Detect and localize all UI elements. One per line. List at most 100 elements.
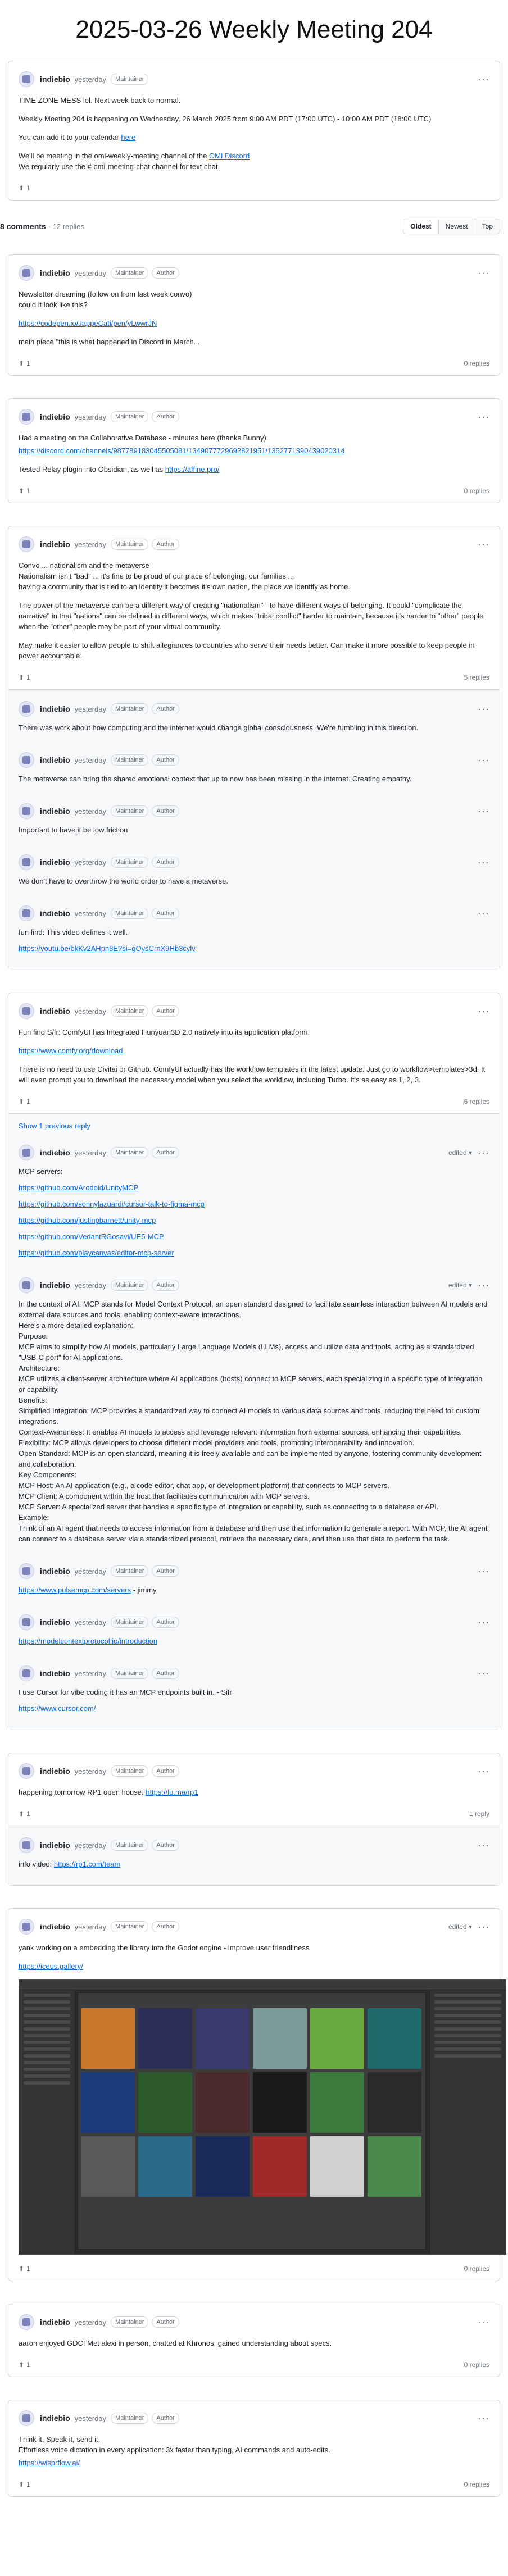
avatar[interactable] bbox=[19, 1277, 34, 1293]
avatar[interactable] bbox=[19, 1837, 34, 1853]
avatar[interactable] bbox=[19, 2314, 34, 2330]
comment-link[interactable]: https://iceus.gallery/ bbox=[19, 1962, 83, 1970]
reaction-button[interactable]: ⬆ 1 bbox=[19, 359, 30, 367]
author-name[interactable]: indiebio bbox=[40, 755, 70, 764]
reaction-button[interactable]: ⬆ 1 bbox=[19, 1810, 30, 1818]
author-name[interactable]: indiebio bbox=[40, 909, 70, 918]
timestamp[interactable]: yesterday bbox=[75, 1567, 106, 1576]
kebab-menu-icon[interactable]: ··· bbox=[478, 1668, 489, 1680]
edited-indicator[interactable]: edited ▾ bbox=[448, 1281, 472, 1289]
show-previous-reply-button[interactable]: Show 1 previous reply bbox=[19, 1116, 489, 1136]
kebab-menu-icon[interactable]: ··· bbox=[478, 1565, 489, 1577]
kebab-menu-icon[interactable]: ··· bbox=[478, 1005, 489, 1017]
kebab-menu-icon[interactable]: ··· bbox=[478, 2316, 489, 2328]
author-name[interactable]: indiebio bbox=[40, 75, 70, 84]
reaction-button[interactable]: ⬆ 1 bbox=[19, 487, 30, 495]
kebab-menu-icon[interactable]: ··· bbox=[478, 74, 489, 85]
avatar[interactable] bbox=[19, 701, 34, 717]
reply-link[interactable]: https://github.com/playcanvas/editor-mcp… bbox=[19, 1249, 174, 1257]
avatar[interactable] bbox=[19, 1145, 34, 1160]
avatar[interactable] bbox=[19, 536, 34, 552]
kebab-menu-icon[interactable]: ··· bbox=[478, 1921, 489, 1933]
avatar[interactable] bbox=[19, 265, 34, 281]
reply-link[interactable]: https://github.com/justinpbarnett/unity-… bbox=[19, 1216, 156, 1225]
reply-link[interactable]: https://www.cursor.com/ bbox=[19, 1704, 96, 1713]
kebab-menu-icon[interactable]: ··· bbox=[478, 1280, 489, 1291]
author-name[interactable]: indiebio bbox=[40, 858, 70, 867]
kebab-menu-icon[interactable]: ··· bbox=[478, 1765, 489, 1777]
sort-top[interactable]: Top bbox=[474, 219, 500, 234]
kebab-menu-icon[interactable]: ··· bbox=[478, 1617, 489, 1628]
sort-newest[interactable]: Newest bbox=[438, 219, 475, 234]
reply-link[interactable]: https://github.com/VedantRGosavi/UE5-MCP bbox=[19, 1232, 164, 1241]
author-name[interactable]: indiebio bbox=[40, 268, 70, 277]
kebab-menu-icon[interactable]: ··· bbox=[478, 539, 489, 550]
author-name[interactable]: indiebio bbox=[40, 807, 70, 816]
timestamp[interactable]: yesterday bbox=[75, 1618, 106, 1627]
embedded-screenshot[interactable] bbox=[19, 1979, 506, 2255]
avatar[interactable] bbox=[19, 1003, 34, 1019]
timestamp[interactable]: yesterday bbox=[75, 909, 106, 918]
edited-indicator[interactable]: edited ▾ bbox=[448, 1149, 472, 1157]
reaction-button[interactable]: ⬆ 1 bbox=[19, 2265, 30, 2273]
avatar[interactable] bbox=[19, 752, 34, 768]
author-name[interactable]: indiebio bbox=[40, 1007, 70, 1016]
reply-link[interactable]: https://youtu.be/bkKv2AHpn8E?si=gOysCrnX… bbox=[19, 944, 196, 953]
author-name[interactable]: indiebio bbox=[40, 2414, 70, 2423]
author-name[interactable]: indiebio bbox=[40, 1567, 70, 1576]
timestamp[interactable]: yesterday bbox=[75, 540, 106, 549]
author-name[interactable]: indiebio bbox=[40, 704, 70, 713]
reaction-button[interactable]: ⬆ 1 bbox=[19, 2481, 30, 2488]
timestamp[interactable]: yesterday bbox=[75, 1767, 106, 1776]
timestamp[interactable]: yesterday bbox=[75, 2414, 106, 2423]
avatar[interactable] bbox=[19, 905, 34, 921]
author-name[interactable]: indiebio bbox=[40, 1669, 70, 1678]
timestamp[interactable]: yesterday bbox=[75, 1841, 106, 1850]
timestamp[interactable]: yesterday bbox=[75, 1007, 106, 1016]
discord-link[interactable]: OMI Discord bbox=[209, 152, 250, 160]
calendar-link[interactable]: here bbox=[121, 133, 135, 142]
author-name[interactable]: indiebio bbox=[40, 1148, 70, 1157]
timestamp[interactable]: yesterday bbox=[75, 1669, 106, 1678]
timestamp[interactable]: yesterday bbox=[75, 705, 106, 713]
avatar[interactable] bbox=[19, 1563, 34, 1579]
kebab-menu-icon[interactable]: ··· bbox=[478, 703, 489, 715]
timestamp[interactable]: yesterday bbox=[75, 2318, 106, 2327]
timestamp[interactable]: yesterday bbox=[75, 413, 106, 421]
timestamp[interactable]: yesterday bbox=[75, 1281, 106, 1290]
kebab-menu-icon[interactable]: ··· bbox=[478, 1147, 489, 1159]
avatar[interactable] bbox=[19, 854, 34, 870]
timestamp[interactable]: yesterday bbox=[75, 807, 106, 816]
author-name[interactable]: indiebio bbox=[40, 1281, 70, 1290]
timestamp[interactable]: yesterday bbox=[75, 1149, 106, 1157]
avatar[interactable] bbox=[19, 1665, 34, 1681]
author-name[interactable]: indiebio bbox=[40, 1841, 70, 1850]
author-name[interactable]: indiebio bbox=[40, 1767, 70, 1776]
timestamp[interactable]: yesterday bbox=[75, 858, 106, 867]
kebab-menu-icon[interactable]: ··· bbox=[478, 754, 489, 766]
kebab-menu-icon[interactable]: ··· bbox=[478, 267, 489, 279]
kebab-menu-icon[interactable]: ··· bbox=[478, 1840, 489, 1851]
kebab-menu-icon[interactable]: ··· bbox=[478, 805, 489, 817]
author-name[interactable]: indiebio bbox=[40, 540, 70, 549]
kebab-menu-icon[interactable]: ··· bbox=[478, 411, 489, 423]
comment-link[interactable]: https://www.comfy.org/download bbox=[19, 1046, 123, 1055]
reaction-button[interactable]: ⬆ 1 bbox=[19, 673, 30, 681]
avatar[interactable] bbox=[19, 1763, 34, 1779]
kebab-menu-icon[interactable]: ··· bbox=[478, 2413, 489, 2424]
kebab-menu-icon[interactable]: ··· bbox=[478, 908, 489, 920]
comment-link[interactable]: https://affine.pro/ bbox=[165, 465, 220, 474]
comment-link[interactable]: https://wisprflow.ai/ bbox=[19, 2459, 80, 2467]
timestamp[interactable]: yesterday bbox=[75, 1923, 106, 1931]
comment-link[interactable]: https://lu.ma/rp1 bbox=[146, 1788, 198, 1796]
reply-link[interactable]: https://github.com/sonnylazuardi/cursor-… bbox=[19, 1200, 205, 1208]
avatar[interactable] bbox=[19, 2410, 34, 2426]
timestamp[interactable]: yesterday bbox=[75, 756, 106, 764]
author-name[interactable]: indiebio bbox=[40, 412, 70, 421]
edited-indicator[interactable]: edited ▾ bbox=[448, 1923, 472, 1931]
reaction-button[interactable]: ⬆ 1 bbox=[19, 1098, 30, 1105]
avatar[interactable] bbox=[19, 71, 34, 87]
avatar[interactable] bbox=[19, 1614, 34, 1630]
author-name[interactable]: indiebio bbox=[40, 1618, 70, 1627]
avatar[interactable] bbox=[19, 1919, 34, 1935]
